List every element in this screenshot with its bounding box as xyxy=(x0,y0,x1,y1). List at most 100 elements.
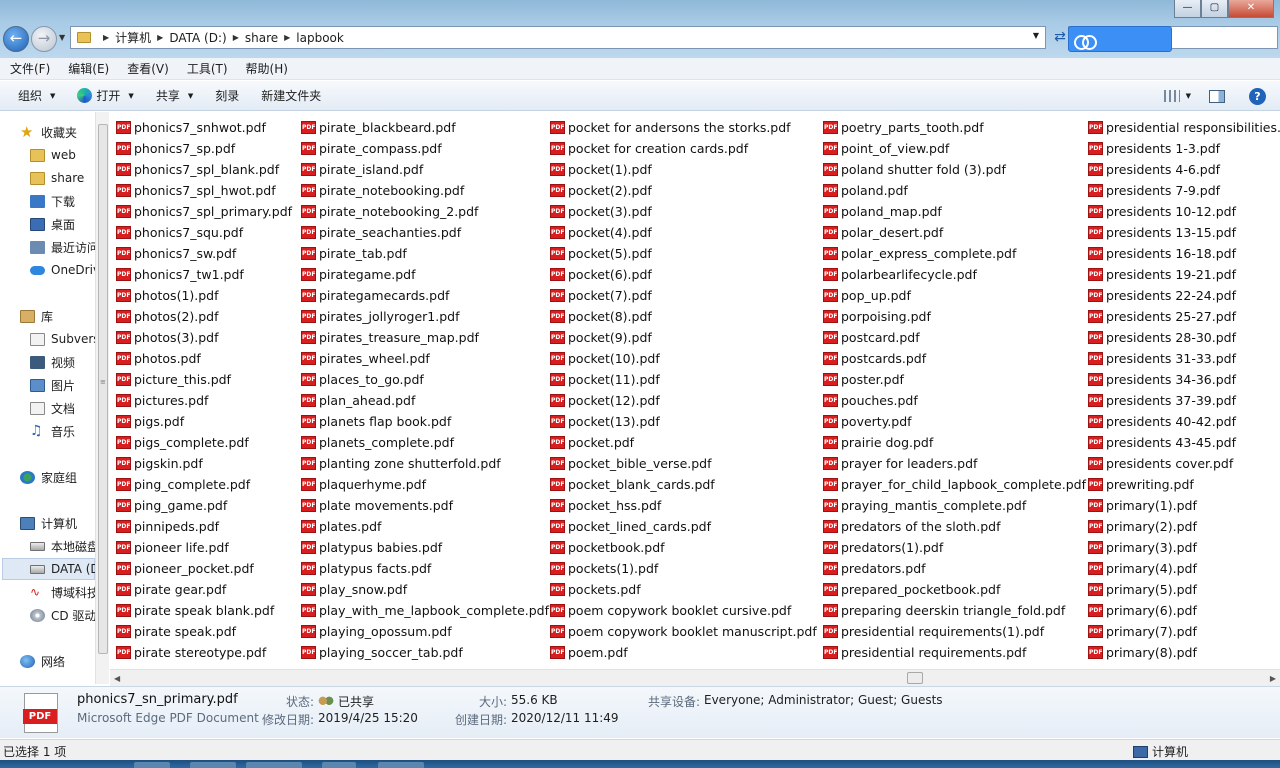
file-item[interactable]: PDF picture_this.pdf xyxy=(116,369,292,390)
file-item[interactable]: PDF pirate speak blank.pdf xyxy=(116,600,292,621)
file-item[interactable]: PDF poem copywork booklet cursive.pdf xyxy=(550,600,817,621)
nav-recent[interactable]: 最近访问 xyxy=(30,237,95,257)
new-folder-button[interactable]: 新建文件夹 xyxy=(261,87,321,104)
nav-music[interactable]: ♫ 音乐 xyxy=(30,421,75,441)
file-item[interactable]: PDF planets flap book.pdf xyxy=(301,411,549,432)
file-item[interactable]: PDF pirate_tab.pdf xyxy=(301,243,549,264)
minimize-button[interactable]: — xyxy=(1174,0,1201,18)
file-item[interactable]: PDF phonics7_spl_blank.pdf xyxy=(116,159,292,180)
file-item[interactable]: PDF photos.pdf xyxy=(116,348,292,369)
file-item[interactable]: PDF pirategame.pdf xyxy=(301,264,549,285)
nav-downloads[interactable]: 下载 xyxy=(30,191,75,211)
file-item[interactable]: PDF polar_express_complete.pdf xyxy=(823,243,1086,264)
file-item[interactable]: PDF phonics7_tw1.pdf xyxy=(116,264,292,285)
chevron-down-icon[interactable]: ▼ xyxy=(1186,92,1191,100)
breadcrumb-lapbook[interactable]: lapbook xyxy=(296,31,344,45)
file-item[interactable]: PDF pocket(1).pdf xyxy=(550,159,817,180)
nav-libraries[interactable]: 库 xyxy=(20,306,53,326)
organize-button[interactable]: 组织 ▼ xyxy=(18,87,55,104)
file-item[interactable]: PDF pop_up.pdf xyxy=(823,285,1086,306)
nav-homegroup[interactable]: 家庭组 xyxy=(20,467,77,487)
file-item[interactable]: PDF presidents 25-27.pdf xyxy=(1088,306,1280,327)
preview-pane-icon[interactable] xyxy=(1209,89,1225,103)
chevron-right-icon[interactable]: ▶ xyxy=(284,33,290,42)
file-item[interactable]: PDF plates.pdf xyxy=(301,516,549,537)
nav-network[interactable]: 网络 xyxy=(20,651,65,671)
taskbar-button[interactable] xyxy=(322,762,356,768)
nav-favorites[interactable]: ★ 收藏夹 xyxy=(20,122,77,142)
address-bar[interactable]: ▶ 计算机 ▶ DATA (D:) ▶ share ▶ lapbook ▼ xyxy=(70,26,1046,49)
file-item[interactable]: PDF pirate_notebooking.pdf xyxy=(301,180,549,201)
file-item[interactable]: PDF photos(2).pdf xyxy=(116,306,292,327)
file-item[interactable]: PDF pocket(13).pdf xyxy=(550,411,817,432)
file-item[interactable]: PDF predators.pdf xyxy=(823,558,1086,579)
address-dropdown-icon[interactable]: ▼ xyxy=(1033,31,1039,40)
file-item[interactable]: PDF predators of the sloth.pdf xyxy=(823,516,1086,537)
file-item[interactable]: PDF pioneer_pocket.pdf xyxy=(116,558,292,579)
file-item[interactable]: PDF porpoising.pdf xyxy=(823,306,1086,327)
file-item[interactable]: PDF pirate_notebooking_2.pdf xyxy=(301,201,549,222)
file-item[interactable]: PDF prairie dog.pdf xyxy=(823,432,1086,453)
nav-pictures[interactable]: 图片 xyxy=(30,375,75,395)
file-item[interactable]: PDF presidents 13-15.pdf xyxy=(1088,222,1280,243)
file-item[interactable]: PDF presidents 1-3.pdf xyxy=(1088,138,1280,159)
file-item[interactable]: PDF platypus babies.pdf xyxy=(301,537,549,558)
chevron-right-icon[interactable]: ▶ xyxy=(157,33,163,42)
file-item[interactable]: PDF pirategamecards.pdf xyxy=(301,285,549,306)
file-item[interactable]: PDF pocket_lined_cards.pdf xyxy=(550,516,817,537)
file-item[interactable]: PDF pocket(4).pdf xyxy=(550,222,817,243)
file-item[interactable]: PDF poland_map.pdf xyxy=(823,201,1086,222)
file-item[interactable]: PDF presidents 19-21.pdf xyxy=(1088,264,1280,285)
file-item[interactable]: PDF phonics7_snhwot.pdf xyxy=(116,117,292,138)
nav-onedrive[interactable]: OneDrive xyxy=(30,260,95,280)
nav-cd-drive[interactable]: CD 驱动器 xyxy=(30,605,95,625)
file-item[interactable]: PDF primary(2).pdf xyxy=(1088,516,1280,537)
file-item[interactable]: PDF poverty.pdf xyxy=(823,411,1086,432)
file-item[interactable]: PDF primary(7).pdf xyxy=(1088,621,1280,642)
file-item[interactable]: PDF pocket for andersons the storks.pdf xyxy=(550,117,817,138)
file-item[interactable]: PDF presidential requirements(1).pdf xyxy=(823,621,1086,642)
chevron-right-icon[interactable]: ▶ xyxy=(233,33,239,42)
scroll-left-icon[interactable]: ◀ xyxy=(114,674,120,683)
file-item[interactable]: PDF planting zone shutterfold.pdf xyxy=(301,453,549,474)
file-item[interactable]: PDF presidents 7-9.pdf xyxy=(1088,180,1280,201)
file-item[interactable]: PDF pirate_blackbeard.pdf xyxy=(301,117,549,138)
file-item[interactable]: PDF plaquerhyme.pdf xyxy=(301,474,549,495)
file-item[interactable]: PDF presidents cover.pdf xyxy=(1088,453,1280,474)
file-item[interactable]: PDF pocketbook.pdf xyxy=(550,537,817,558)
breadcrumb-share[interactable]: share xyxy=(245,31,278,45)
file-item[interactable]: PDF play_snow.pdf xyxy=(301,579,549,600)
file-item[interactable]: PDF pocket_hss.pdf xyxy=(550,495,817,516)
file-item[interactable]: PDF pirate_compass.pdf xyxy=(301,138,549,159)
file-item[interactable]: PDF pocket_bible_verse.pdf xyxy=(550,453,817,474)
file-item[interactable]: PDF pirate_island.pdf xyxy=(301,159,549,180)
file-item[interactable]: PDF pocket(11).pdf xyxy=(550,369,817,390)
file-item[interactable]: PDF poland shutter fold (3).pdf xyxy=(823,159,1086,180)
scroll-right-icon[interactable]: ▶ xyxy=(1270,674,1276,683)
menu-view[interactable]: 查看(V) xyxy=(127,60,169,77)
nav-scroll-thumb[interactable] xyxy=(98,124,108,654)
menu-edit[interactable]: 编辑(E) xyxy=(68,60,109,77)
taskbar-button[interactable] xyxy=(190,762,236,768)
taskbar-button[interactable] xyxy=(246,762,302,768)
file-item[interactable]: PDF predators(1).pdf xyxy=(823,537,1086,558)
file-item[interactable]: PDF phonics7_sw.pdf xyxy=(116,243,292,264)
file-item[interactable]: PDF pocket(8).pdf xyxy=(550,306,817,327)
nav-data-drive[interactable]: DATA (D:) xyxy=(30,559,95,579)
share-button[interactable]: 共享 ▼ xyxy=(156,87,193,104)
file-item[interactable]: PDF pockets(1).pdf xyxy=(550,558,817,579)
nav-videos[interactable]: 视频 xyxy=(30,352,75,372)
file-item[interactable]: PDF pirate stereotype.pdf xyxy=(116,642,292,663)
file-item[interactable]: PDF primary(4).pdf xyxy=(1088,558,1280,579)
file-item[interactable]: PDF presidents 16-18.pdf xyxy=(1088,243,1280,264)
baidu-cloud-button[interactable] xyxy=(1068,26,1172,52)
view-options-icon[interactable] xyxy=(1163,90,1180,102)
file-item[interactable]: PDF pigs_complete.pdf xyxy=(116,432,292,453)
file-item[interactable]: PDF pirates_jollyroger1.pdf xyxy=(301,306,549,327)
file-item[interactable]: PDF prewriting.pdf xyxy=(1088,474,1280,495)
nav-web[interactable]: web xyxy=(30,145,76,165)
breadcrumb-computer[interactable]: 计算机 xyxy=(115,29,151,46)
file-item[interactable]: PDF pocket(7).pdf xyxy=(550,285,817,306)
forward-button[interactable]: → xyxy=(31,26,57,52)
file-item[interactable]: PDF pocket(2).pdf xyxy=(550,180,817,201)
